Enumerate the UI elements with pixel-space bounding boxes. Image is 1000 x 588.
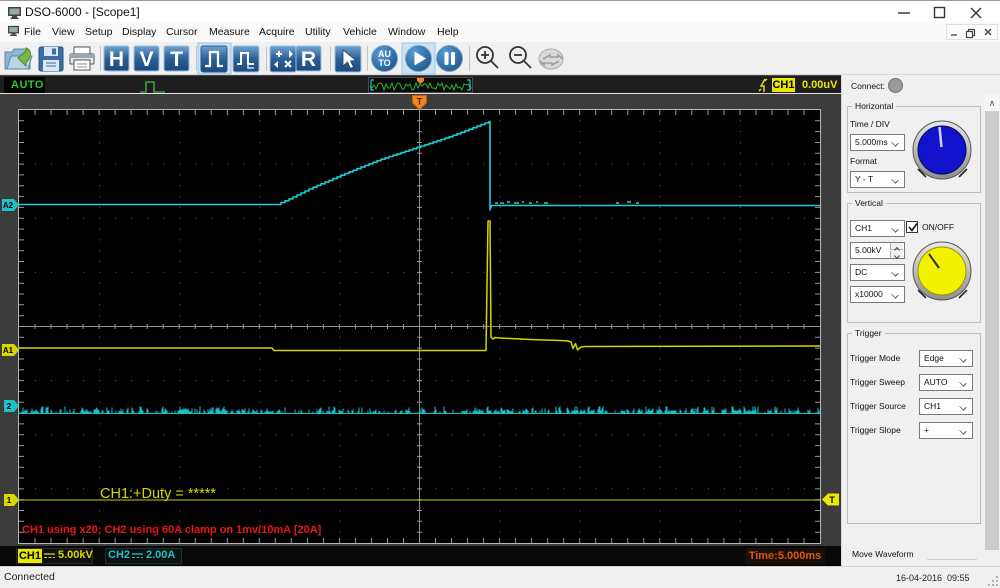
svg-text:T: T <box>170 48 183 71</box>
svg-text:H: H <box>109 48 124 71</box>
svg-text:TO: TO <box>378 58 390 68</box>
svg-text:2: 2 <box>7 402 12 411</box>
svg-text:A1: A1 <box>3 346 14 355</box>
svg-text:T: T <box>417 97 423 107</box>
svg-text:1: 1 <box>7 496 12 505</box>
svg-text:T: T <box>829 495 835 505</box>
svg-text:V: V <box>139 48 153 71</box>
svg-text:R: R <box>301 48 316 71</box>
svg-text:A2: A2 <box>3 201 14 210</box>
